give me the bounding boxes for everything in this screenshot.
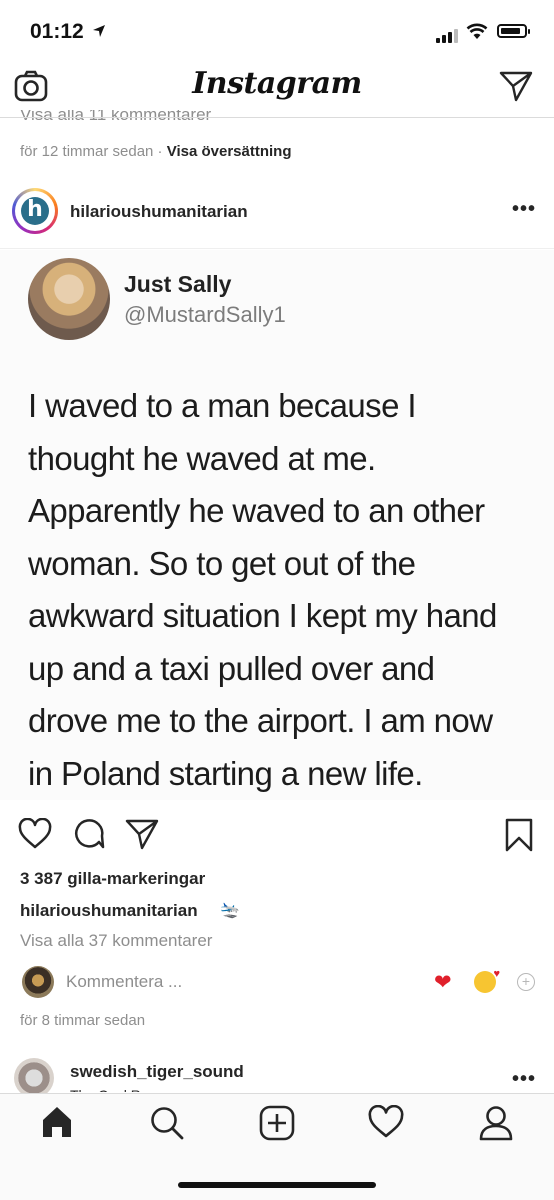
header-divider [0, 117, 554, 118]
heart-icon[interactable] [18, 818, 52, 850]
next-post-location[interactable]: The Oval Room [70, 1084, 168, 1092]
previous-post-meta: för 12 timmar sedan · Visa översättning [20, 143, 292, 160]
tweet-line: awkward situation I kept my hand [28, 597, 497, 634]
tweet-line: drove me to the airport. I am now [28, 702, 493, 739]
see-translation-link[interactable]: Visa översättning [167, 143, 292, 160]
post-divider [0, 248, 554, 249]
meta-separator: · [153, 143, 167, 160]
activity-heart-icon[interactable] [368, 1105, 404, 1139]
profile-icon[interactable] [479, 1105, 513, 1141]
tweet-author-avatar [28, 258, 110, 340]
bookmark-icon[interactable] [505, 818, 533, 852]
tweet-line: in Poland starting a new life. [28, 754, 423, 792]
post-options-icon[interactable]: ••• [512, 198, 536, 221]
tweet-line: thought he waved at me. [28, 439, 376, 477]
tweet-author-handle: @MustardSally1 [124, 302, 286, 327]
tweet-line: Apparently he waved to an other [28, 492, 485, 529]
post-time: för 8 timmar sedan [20, 1012, 146, 1029]
airplane-arriving-emoji: 🛬 [220, 902, 240, 919]
cellular-signal-icon [436, 25, 460, 43]
previous-post-time: för 12 timmar sedan [20, 143, 154, 160]
next-post-username[interactable]: swedish_tiger_sound [70, 1062, 244, 1082]
likes-count[interactable]: 3 387 gilla-markeringar [20, 869, 205, 889]
comment-icon[interactable] [73, 818, 105, 850]
location-arrow-icon [93, 25, 105, 37]
previous-post-view-comments[interactable]: Visa alla 11 kommentarer [20, 110, 211, 128]
add-emoji-icon[interactable]: + [517, 973, 535, 991]
caption-username[interactable]: hilarioushumanitarian [20, 901, 198, 921]
post-username[interactable]: hilarioushumanitarian [70, 202, 248, 222]
direct-message-icon[interactable] [499, 70, 533, 102]
next-post-options-icon[interactable]: ••• [512, 1068, 536, 1091]
avatar-letter: h [21, 197, 49, 225]
current-user-avatar [22, 966, 54, 998]
add-post-icon[interactable] [259, 1105, 295, 1141]
post-avatar[interactable]: h [12, 188, 58, 234]
home-icon[interactable] [40, 1105, 74, 1139]
app-logo: Instagram [192, 66, 362, 101]
quick-kiss-emoji[interactable] [474, 968, 500, 993]
tweet-author-name: Just Sally [124, 271, 232, 297]
next-post-avatar[interactable] [14, 1058, 54, 1098]
view-all-comments-link[interactable]: Visa alla 37 kommentarer [20, 931, 212, 951]
tweet-line: I waved to a man because I [28, 387, 417, 424]
comment-input[interactable]: Kommentera ... [66, 972, 182, 992]
quick-heart-emoji[interactable]: ❤ [434, 970, 452, 995]
tweet-text: I waved to a man because I thought he wa… [28, 380, 548, 800]
wifi-icon [466, 23, 488, 39]
status-time: 01:12 [30, 20, 84, 43]
battery-icon [497, 24, 530, 38]
search-icon[interactable] [149, 1105, 185, 1141]
home-indicator [178, 1182, 376, 1188]
share-icon[interactable] [125, 818, 159, 850]
tweet-line: up and a taxi pulled over and [28, 649, 435, 687]
tweet-line: woman. So to get out of the [28, 544, 416, 582]
